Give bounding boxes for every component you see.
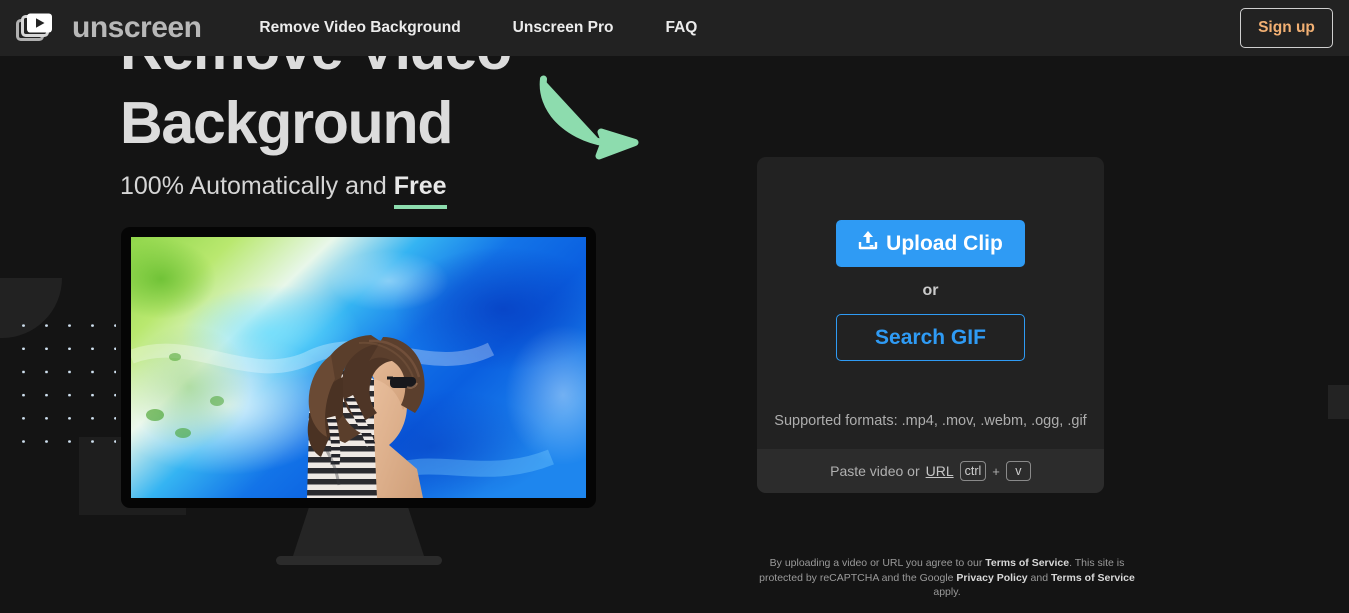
paste-url-bar: Paste video or URL ctrl + v — [757, 449, 1104, 493]
legal-privacy-policy-link[interactable]: Privacy Policy — [956, 572, 1027, 584]
key-ctrl: ctrl — [959, 461, 987, 481]
decorative-dot-grid — [12, 314, 116, 456]
legal-terms-of-service-link-1[interactable]: Terms of Service — [985, 557, 1069, 569]
video-preview-screen[interactable] — [131, 237, 586, 498]
top-navigation-bar: unscreen Remove Video Background Unscree… — [0, 0, 1349, 56]
nav-links: Remove Video Background Unscreen Pro FAQ — [259, 19, 697, 37]
paste-url-link[interactable]: URL — [926, 463, 954, 479]
or-separator-label: or — [922, 282, 939, 299]
video-preview-frame — [131, 237, 586, 498]
hero-subtitle: 100% Automatically and Free — [120, 172, 511, 201]
supported-formats-label: Supported formats: .mp4, .mov, .webm, .o… — [774, 413, 1087, 429]
legal-line2-part3: and — [1027, 571, 1051, 584]
page-root: Remove Video Background 100% Automatical… — [0, 0, 1349, 613]
legal-line2-part5: apply. — [933, 586, 961, 598]
nav-link-remove-video-background[interactable]: Remove Video Background — [259, 19, 460, 37]
upload-clip-button[interactable]: Upload Clip — [836, 220, 1025, 267]
legal-terms-of-service-link-2[interactable]: Terms of Service — [1051, 572, 1135, 584]
legal-line1-part1: By uploading a video or URL you agree to… — [769, 557, 986, 569]
brand-logo-text: unscreen — [72, 11, 202, 44]
monitor-stand-base — [275, 556, 442, 565]
search-gif-button[interactable]: Search GIF — [836, 314, 1025, 361]
page-title-line-2: Background — [120, 90, 453, 156]
paste-prefix-label: Paste video or — [830, 463, 920, 479]
monitor-stand-neck — [293, 508, 424, 556]
nav-link-unscreen-pro[interactable]: Unscreen Pro — [513, 19, 614, 37]
legal-line2-part1: by reCAPTCHA and the Google — [805, 571, 957, 584]
hero-subtitle-prefix: 100% Automatically and — [120, 172, 394, 200]
monitor-bezel — [121, 227, 596, 508]
upload-card: Upload Clip or Search GIF Supported form… — [757, 157, 1104, 493]
decorative-square-right — [1328, 385, 1349, 419]
hero-subtitle-emphasis: Free — [393, 172, 447, 200]
video-frames-play-icon — [16, 12, 60, 44]
key-v: v — [1005, 461, 1031, 481]
curved-arrow-down-right-icon — [538, 75, 642, 166]
legal-disclaimer: By uploading a video or URL you agree to… — [757, 556, 1137, 600]
monitor-preview — [121, 227, 596, 565]
nav-link-faq[interactable]: FAQ — [665, 19, 697, 37]
upload-card-body: Upload Clip or Search GIF Supported form… — [757, 157, 1104, 449]
key-plus-symbol: + — [992, 463, 1000, 479]
upload-tray-icon — [858, 230, 878, 257]
brand-logo[interactable]: unscreen — [16, 11, 202, 45]
upload-clip-label: Upload Clip — [886, 231, 1003, 255]
sign-up-button[interactable]: Sign up — [1240, 8, 1333, 48]
